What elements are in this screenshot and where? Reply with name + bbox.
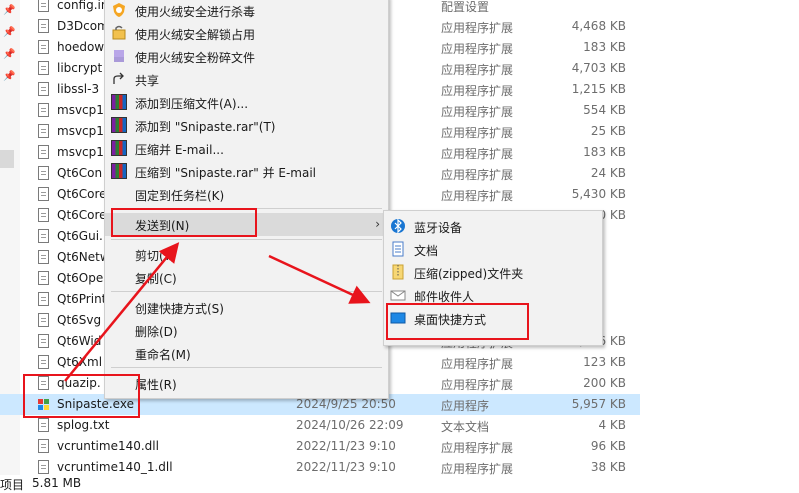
annotation-arrow xyxy=(268,254,371,304)
annotation-arrows xyxy=(64,242,371,382)
annotation-arrow xyxy=(64,242,180,382)
